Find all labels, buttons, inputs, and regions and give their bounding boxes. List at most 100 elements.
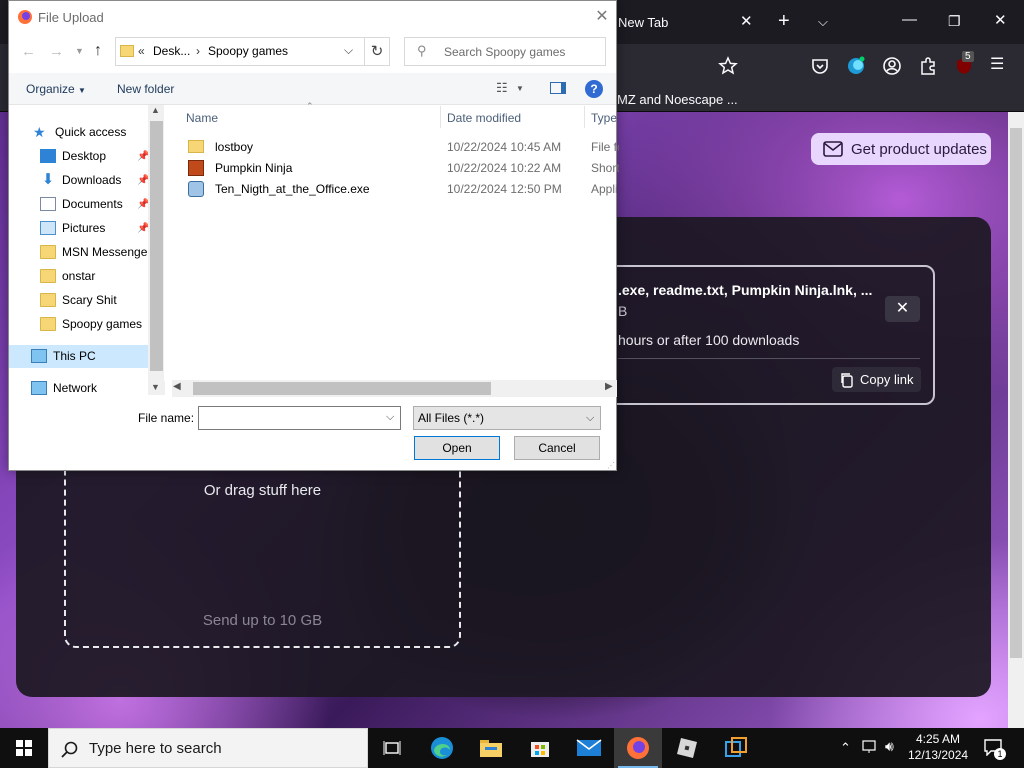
column-type[interactable]: Type: [591, 111, 617, 125]
star-icon: ★: [33, 124, 46, 140]
search-input[interactable]: ⚲ Search Spoopy games: [404, 37, 606, 66]
file-row[interactable]: Pumpkin Ninja 10/22/2024 10:22 AM Short: [186, 158, 626, 178]
close-tab-icon[interactable]: ✕: [740, 14, 753, 30]
refresh-icon[interactable]: ↻: [364, 37, 390, 66]
forward-arrow-icon[interactable]: →: [49, 43, 64, 60]
file-name: Pumpkin Ninja: [215, 161, 293, 175]
list-hscroll-thumb[interactable]: [193, 382, 491, 395]
up-arrow-icon[interactable]: ↑: [94, 42, 102, 60]
copy-link-button[interactable]: Copy link: [832, 367, 921, 392]
shared-files-title: .exe, readme.txt, Pumpkin Ninja.lnk, ...: [618, 282, 873, 298]
restore-icon[interactable]: ❐: [948, 13, 961, 29]
mail-app[interactable]: [565, 728, 613, 768]
file-name-label: File name:: [138, 411, 195, 425]
vpn-extension-icon[interactable]: [846, 56, 866, 76]
remote-app[interactable]: [712, 728, 760, 768]
file-explorer-icon: [480, 740, 502, 757]
file-type: Short: [591, 161, 619, 175]
scroll-down-icon[interactable]: ▼: [151, 382, 160, 392]
shared-size: B: [618, 303, 628, 319]
get-product-updates-button[interactable]: Get product updates: [811, 133, 991, 165]
firefox-app[interactable]: [614, 728, 662, 768]
column-date-modified[interactable]: Date modified: [447, 111, 521, 125]
window-close-icon[interactable]: ✕: [994, 13, 1007, 29]
scroll-left-icon[interactable]: ◀: [173, 381, 181, 392]
column-separator: [440, 106, 441, 128]
exe-icon: [188, 181, 204, 197]
breadcrumb-spoopy-games[interactable]: Spoopy games: [208, 44, 288, 58]
close-card-icon[interactable]: ✕: [885, 296, 920, 322]
documents-icon: [40, 197, 56, 211]
edge-app[interactable]: [418, 728, 466, 768]
address-bar[interactable]: « Desk... › Spoopy games ⌵: [115, 37, 365, 66]
tray-chevron-up-icon[interactable]: ⌃: [840, 740, 851, 756]
menu-hamburger-icon[interactable]: ☰: [990, 57, 1004, 73]
remote-desktop-icon: [725, 737, 747, 757]
extensions-puzzle-icon[interactable]: [918, 56, 938, 76]
pocket-icon[interactable]: [810, 56, 830, 76]
view-options-icon[interactable]: ☷: [496, 80, 508, 96]
organize-label: Organize: [26, 82, 75, 96]
address-dropdown-icon[interactable]: ⌵: [344, 43, 353, 58]
minimize-icon[interactable]: —: [902, 12, 917, 28]
breadcrumb-sep: ›: [196, 44, 200, 58]
scroll-right-icon[interactable]: ▶: [605, 381, 613, 392]
back-arrow-icon[interactable]: ←: [21, 43, 36, 60]
nav-this-pc-label: This PC: [53, 349, 96, 363]
file-type: File fo: [591, 140, 619, 154]
new-folder-button[interactable]: New folder: [117, 82, 174, 96]
new-tab-icon[interactable]: +: [778, 11, 790, 31]
open-button[interactable]: Open: [414, 436, 500, 460]
file-explorer-app[interactable]: [467, 728, 515, 768]
view-chevron-icon[interactable]: ▼: [516, 84, 524, 93]
page-scroll-thumb[interactable]: [1010, 128, 1022, 658]
volume-icon[interactable]: 🔊︎: [885, 738, 894, 755]
shortcut-icon: [188, 160, 204, 176]
copy-icon: [841, 372, 853, 388]
start-button[interactable]: [0, 728, 48, 768]
organize-button[interactable]: Organize ▼: [26, 82, 86, 96]
folder-icon: [40, 245, 56, 259]
pictures-icon: [40, 221, 56, 235]
column-name[interactable]: Name: [186, 111, 218, 125]
dialog-close-icon[interactable]: ✕: [594, 6, 610, 25]
edge-icon: [431, 737, 453, 759]
tray-clock[interactable]: 4:25 AM 12/13/2024: [908, 731, 968, 763]
account-icon[interactable]: [882, 56, 902, 76]
nav-documents-label: Documents: [62, 197, 123, 211]
folder-icon: [40, 317, 56, 331]
chevron-down-icon[interactable]: ⌵: [818, 14, 828, 30]
file-name-input[interactable]: ⌵: [198, 406, 401, 430]
organize-chevron-icon: ▼: [78, 86, 86, 95]
sort-up-icon: ⌃: [306, 101, 314, 111]
tab-new-tab[interactable]: New Tab: [618, 15, 668, 30]
scroll-up-icon[interactable]: ▲: [151, 105, 160, 115]
store-app[interactable]: [516, 728, 564, 768]
filter-dropdown-icon[interactable]: ⌵: [586, 407, 594, 429]
file-type-filter[interactable]: All Files (*.*) ⌵: [413, 406, 601, 430]
network-tray-icon[interactable]: [862, 740, 878, 754]
bookmark-item[interactable]: MZ and Noescape ...: [617, 92, 738, 107]
file-name-dropdown-icon[interactable]: ⌵: [386, 411, 394, 424]
task-view-icon: [383, 741, 401, 755]
preview-pane-icon[interactable]: [550, 82, 566, 94]
nav-onstar-label: onstar: [62, 269, 96, 283]
roblox-app[interactable]: [663, 728, 711, 768]
cancel-button[interactable]: Cancel: [514, 436, 600, 460]
folder-icon: [188, 140, 204, 153]
file-row[interactable]: Ten_Nigth_at_the_Office.exe 10/22/2024 1…: [186, 179, 626, 199]
taskbar-search[interactable]: Type here to search: [48, 728, 368, 768]
recent-chevron-icon[interactable]: ▼: [75, 46, 84, 56]
task-view-button[interactable]: [368, 728, 416, 768]
extension-badge: 5: [962, 51, 974, 62]
breadcrumb-desktop[interactable]: Desk...: [153, 44, 190, 58]
windows-logo-icon: [16, 740, 32, 756]
resize-grip-icon[interactable]: ⋰: [607, 461, 615, 470]
help-icon[interactable]: ?: [585, 80, 603, 98]
nav-scroll-thumb[interactable]: [150, 121, 163, 371]
bookmark-star-icon[interactable]: [718, 56, 738, 76]
nav-downloads-label: Downloads: [62, 173, 122, 187]
send-limit-text: Send up to 10 GB: [202, 612, 323, 629]
file-row[interactable]: lostboy 10/22/2024 10:45 AM File fo: [186, 137, 626, 157]
notification-count: 1: [994, 748, 1006, 760]
